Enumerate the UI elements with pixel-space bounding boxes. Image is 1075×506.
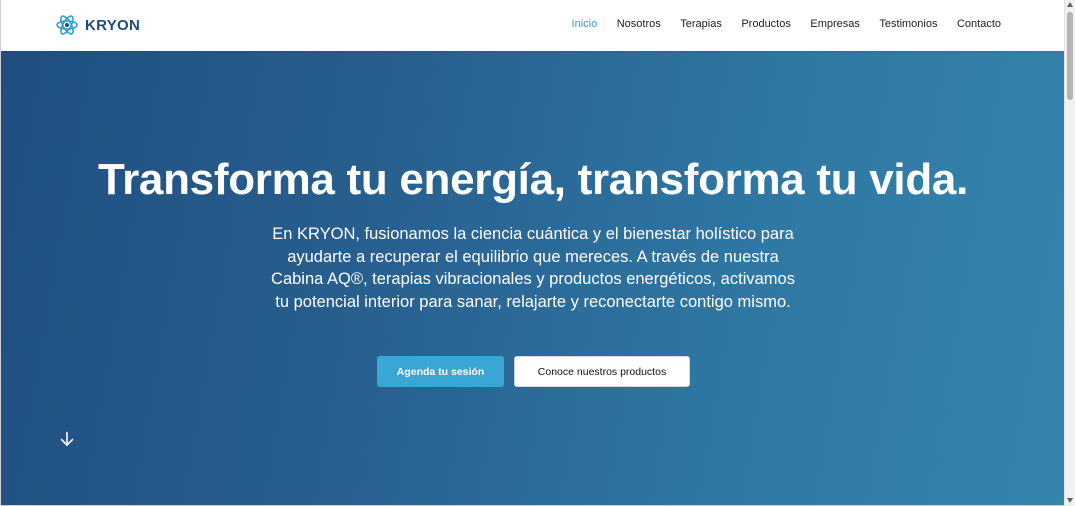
- hero-section: Transforma tu energía, transforma tu vid…: [1, 51, 1064, 505]
- brand-logo[interactable]: KRYON: [55, 13, 140, 37]
- nav-item-inicio[interactable]: Inicio: [572, 17, 598, 31]
- hero-description: En KRYON, fusionamos la ciencia cuántica…: [271, 225, 795, 311]
- page-scrollbar[interactable]: [1064, 0, 1075, 506]
- hero-title: Transforma tu energía, transforma tu vid…: [97, 155, 969, 204]
- arrow-down-icon[interactable]: [59, 431, 75, 447]
- book-session-button[interactable]: Agenda tu sesión: [377, 356, 504, 387]
- atom-icon: [56, 15, 78, 35]
- browser-viewport: KRYON Inicio Nosotros Terapias Productos…: [0, 0, 1064, 506]
- scroll-up-arrow-icon[interactable]: [1067, 2, 1073, 7]
- site-header: KRYON Inicio Nosotros Terapias Productos…: [1, 0, 1064, 51]
- scroll-down-arrow-icon[interactable]: [1067, 498, 1073, 503]
- main-nav: Inicio Nosotros Terapias Productos Empre…: [552, 17, 1001, 31]
- view-products-button[interactable]: Conoce nuestros productos: [514, 356, 690, 387]
- nav-item-productos[interactable]: Productos: [741, 17, 791, 31]
- nav-item-testimonios[interactable]: Testimonios: [879, 17, 937, 31]
- scroll-thumb[interactable]: [1067, 12, 1073, 100]
- brand-name: KRYON: [85, 16, 141, 34]
- nav-item-terapias[interactable]: Terapias: [680, 17, 722, 31]
- nav-item-contacto[interactable]: Contacto: [957, 17, 1001, 31]
- nav-item-empresas[interactable]: Empresas: [810, 17, 860, 31]
- nav-item-nosotros[interactable]: Nosotros: [617, 17, 661, 31]
